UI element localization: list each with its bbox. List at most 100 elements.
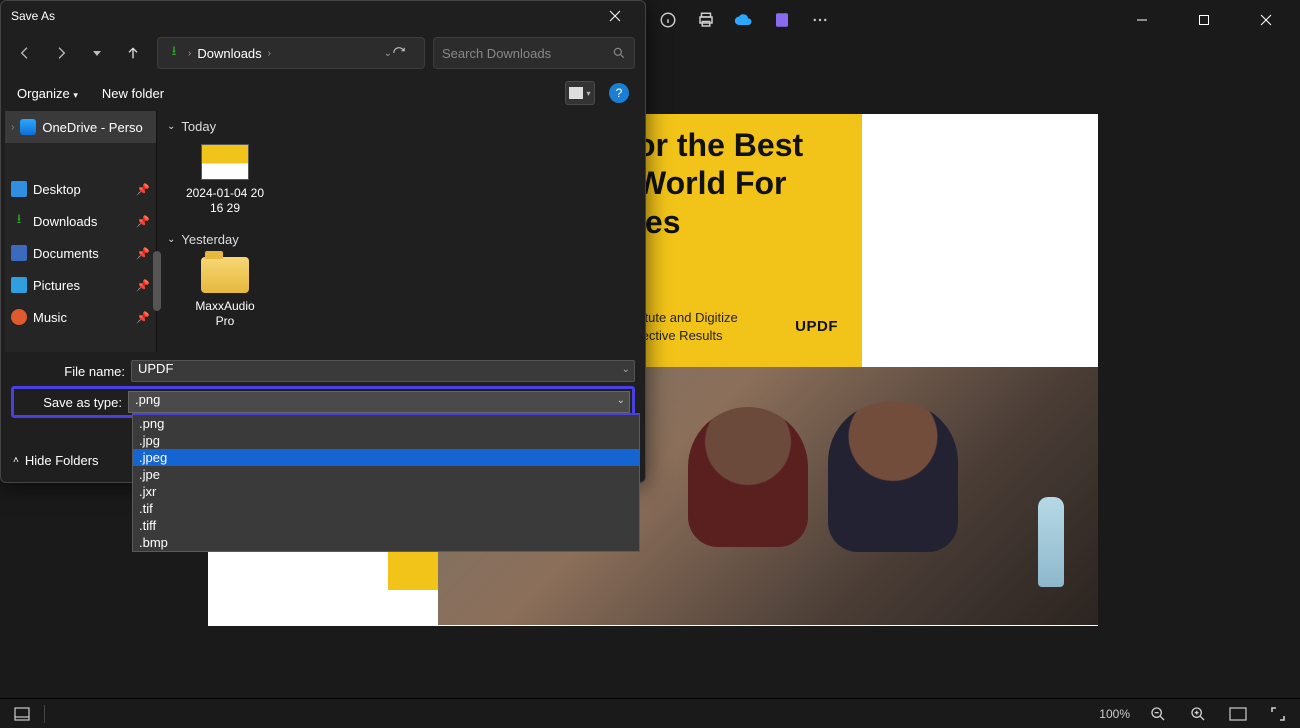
- tree-label: Music: [33, 310, 67, 325]
- pin-icon: 📌: [136, 215, 150, 228]
- print-icon[interactable]: [694, 8, 718, 32]
- organize-button[interactable]: Organize ▾: [17, 86, 78, 101]
- group-label: Yesterday: [181, 232, 238, 247]
- nav-recent-button[interactable]: [83, 39, 111, 67]
- group-yesterday[interactable]: ⌄ Yesterday: [167, 228, 631, 251]
- search-input[interactable]: Search Downloads: [433, 37, 635, 69]
- type-option[interactable]: .tiff: [133, 517, 639, 534]
- type-option[interactable]: .jpe: [133, 466, 639, 483]
- tree-onedrive[interactable]: › OneDrive - Perso: [5, 111, 156, 143]
- maximize-button[interactable]: [1184, 4, 1224, 36]
- doc-brand: UPDF: [795, 318, 838, 335]
- type-option[interactable]: .jpeg: [133, 449, 639, 466]
- downloads-icon: ⭳: [11, 213, 27, 229]
- tree-music[interactable]: Music 📌: [5, 301, 156, 333]
- tree-desktop[interactable]: Desktop 📌: [5, 173, 156, 205]
- type-option[interactable]: .bmp: [133, 534, 639, 551]
- minimize-button[interactable]: [1122, 4, 1162, 36]
- type-option[interactable]: .jpg: [133, 432, 639, 449]
- tree-label: Pictures: [33, 278, 80, 293]
- file-list: ⌄ Today 2024-01-04 20 16 29 ⌄ Yesterday Ma…: [157, 111, 641, 352]
- tree-scrollbar[interactable]: [153, 251, 161, 311]
- file-thumbnail: [201, 144, 249, 180]
- onedrive-icon: [20, 119, 36, 135]
- chevron-right-icon: ›: [268, 48, 271, 59]
- info-icon[interactable]: [656, 8, 680, 32]
- group-label: Today: [181, 119, 216, 134]
- hide-folders-button[interactable]: ˄ Hide Folders: [13, 453, 99, 468]
- file-name-value: UPDF: [138, 361, 173, 376]
- folder-thumbnail: [201, 257, 249, 293]
- chevron-down-icon[interactable]: ⌄: [622, 364, 630, 375]
- save-type-dropdown[interactable]: .png.jpg.jpeg.jpe.jxr.tif.tiff.bmp: [132, 413, 640, 552]
- file-caption: MaxxAudio Pro: [185, 299, 265, 329]
- tree-label: Desktop: [33, 182, 81, 197]
- file-item[interactable]: 2024-01-04 20 16 29: [185, 144, 265, 216]
- file-item[interactable]: MaxxAudio Pro: [185, 257, 265, 329]
- chevron-down-icon[interactable]: ⌄: [384, 48, 392, 59]
- search-icon: [612, 46, 626, 60]
- pin-icon: 📌: [136, 247, 150, 260]
- pictures-icon: [11, 277, 27, 293]
- chevron-right-icon: ›: [11, 122, 14, 133]
- pin-icon: 📌: [136, 311, 150, 324]
- chevron-up-icon: ˄: [13, 455, 19, 466]
- tree-label: Downloads: [33, 214, 97, 229]
- save-as-dialog: Save As ⭳ › Downloads › ⌄ Search Downloa…: [0, 0, 646, 483]
- group-today[interactable]: ⌄ Today: [167, 115, 631, 138]
- chevron-down-icon: ⌄: [617, 395, 625, 406]
- doc-title-line2: World For: [636, 165, 787, 201]
- chevron-down-icon: ▾: [73, 90, 78, 100]
- music-icon: [11, 309, 27, 325]
- refresh-button[interactable]: [392, 46, 422, 60]
- documents-icon: [11, 245, 27, 261]
- type-option[interactable]: .tif: [133, 500, 639, 517]
- fullscreen-icon[interactable]: [1266, 702, 1290, 726]
- chevron-down-icon: ⌄: [167, 121, 175, 132]
- zoom-value: 100%: [1099, 707, 1130, 721]
- help-button[interactable]: ?: [609, 83, 629, 103]
- doc-sub-line1: titute and Digitize: [638, 310, 738, 325]
- file-name-input[interactable]: UPDF ⌄: [131, 360, 635, 382]
- nav-forward-button[interactable]: [47, 39, 75, 67]
- tree-documents[interactable]: Documents 📌: [5, 237, 156, 269]
- save-type-label: Save as type:: [16, 395, 128, 410]
- doc-sub-line2: fective Results: [638, 328, 723, 343]
- doc-title-line1: or the Best: [636, 127, 803, 163]
- tree-pictures[interactable]: Pictures 📌: [5, 269, 156, 301]
- pin-icon: 📌: [136, 279, 150, 292]
- nav-up-button[interactable]: [119, 39, 147, 67]
- fit-width-icon[interactable]: [1226, 702, 1250, 726]
- pin-icon: 📌: [136, 183, 150, 196]
- status-bar: 100%: [0, 698, 1300, 728]
- close-button[interactable]: [1246, 4, 1286, 36]
- chevron-down-icon: ⌄: [167, 234, 175, 245]
- view-mode-button[interactable]: ▾: [565, 81, 595, 105]
- type-option[interactable]: .jxr: [133, 483, 639, 500]
- tree-downloads[interactable]: ⭳ Downloads 📌: [5, 205, 156, 237]
- save-type-select[interactable]: .png ⌄: [128, 391, 630, 413]
- dialog-title: Save As: [11, 9, 55, 23]
- cloud-icon[interactable]: [732, 8, 756, 32]
- desktop-icon: [11, 181, 27, 197]
- type-option[interactable]: .png: [133, 415, 639, 432]
- hide-folders-label: Hide Folders: [25, 453, 99, 468]
- address-segment[interactable]: Downloads: [191, 46, 267, 61]
- thumbnails-icon[interactable]: [10, 702, 34, 726]
- tree-label: OneDrive - Perso: [42, 120, 142, 135]
- downloads-folder-icon: ⭳: [166, 45, 182, 61]
- file-name-label: File name:: [11, 364, 131, 379]
- nav-tree: › OneDrive - Perso Desktop📌 ⭳Downloads📌 …: [5, 111, 157, 352]
- new-folder-button[interactable]: New folder: [102, 86, 164, 101]
- zoom-in-icon[interactable]: [1186, 702, 1210, 726]
- tree-label: Documents: [33, 246, 99, 261]
- more-icon[interactable]: [808, 8, 832, 32]
- zoom-out-icon[interactable]: [1146, 702, 1170, 726]
- dialog-close-button[interactable]: [595, 2, 635, 30]
- nav-back-button[interactable]: [11, 39, 39, 67]
- notes-icon[interactable]: [770, 8, 794, 32]
- file-caption: 2024-01-04 20 16 29: [185, 186, 265, 216]
- save-type-value: .png: [135, 392, 160, 407]
- search-placeholder: Search Downloads: [442, 46, 551, 61]
- address-bar[interactable]: ⭳ › Downloads › ⌄: [157, 37, 425, 69]
